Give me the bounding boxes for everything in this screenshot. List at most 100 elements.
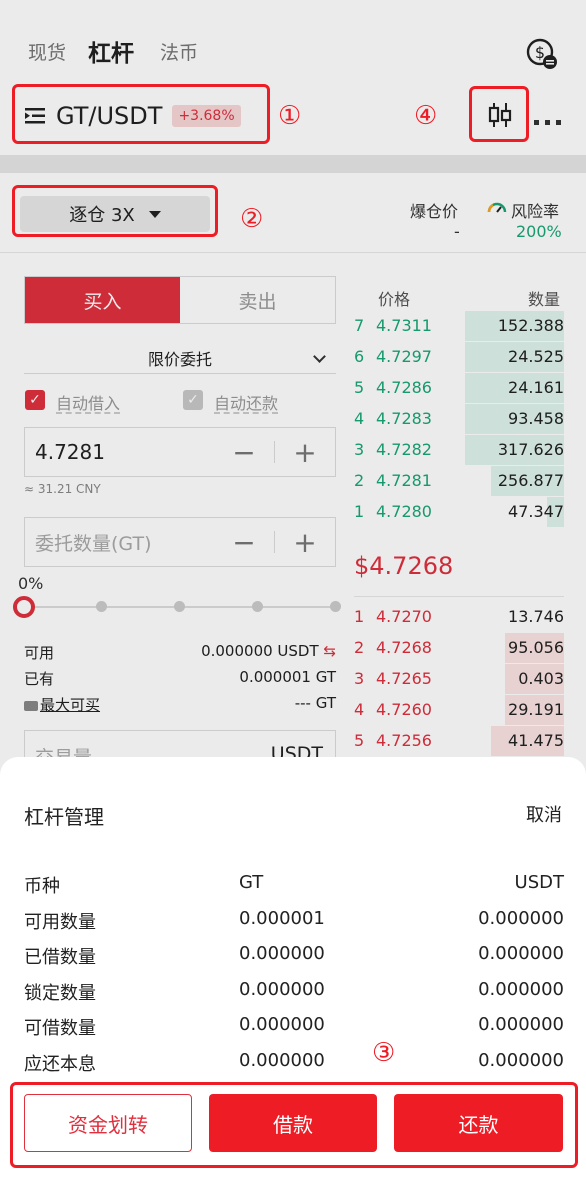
ask-row[interactable]: 2 4.7281 256.877 [354, 466, 564, 496]
orderbook-quantity: 24.161 [508, 378, 564, 397]
price-input[interactable]: 4.7281 − + [24, 427, 336, 477]
orderbook-quantity: 0.403 [518, 669, 564, 688]
orderbook-price: 4.7282 [376, 440, 432, 459]
quantity-minus-button[interactable]: − [214, 526, 274, 559]
slider-percent: 0% [18, 574, 44, 593]
sheet-cell: 0.000000 [478, 907, 564, 929]
quantity-placeholder: 委托数量(GT) [35, 532, 152, 555]
slider-knob[interactable] [13, 596, 35, 618]
orderbook-level: 7 [354, 316, 365, 335]
orderbook-price: 4.7268 [376, 638, 432, 657]
bid-row[interactable]: 4 4.7260 29.191 [354, 695, 564, 725]
orderbook-quantity: 41.475 [508, 731, 564, 750]
change-badge: +3.68% [172, 105, 241, 127]
orderbook-quantity: 24.525 [508, 347, 564, 366]
menu-icon [24, 105, 46, 127]
repay-button[interactable]: 还款 [394, 1094, 563, 1152]
transfer-button[interactable]: 资金划转 [24, 1094, 192, 1152]
orderbook-level: 4 [354, 409, 365, 428]
tab-spot[interactable]: 现货 [28, 38, 66, 65]
available-row: 可用 0.000000 USDT ⇆ [24, 642, 336, 663]
orderbook-level: 5 [354, 731, 365, 750]
sheet-cell: 0.000000 [478, 1049, 564, 1071]
held-row: 已有 0.000001 GT [24, 668, 336, 689]
sheet-cell: 锁定数量 [24, 982, 96, 1004]
buy-tab[interactable]: 买入 [25, 277, 180, 323]
ask-row[interactable]: 3 4.7282 317.626 [354, 435, 564, 465]
slider-step-25[interactable] [96, 601, 107, 612]
borrow-button[interactable]: 借款 [209, 1094, 377, 1152]
divider [0, 252, 586, 253]
sheet-cell: 应还本息 [24, 1053, 96, 1075]
quantity-input[interactable]: 委托数量(GT) − + [24, 517, 336, 567]
ask-row[interactable]: 6 4.7297 24.525 [354, 342, 564, 372]
auto-borrow-checkbox[interactable]: ✓ [25, 390, 45, 410]
sheet-cell: 0.000000 [239, 1014, 325, 1035]
sheet-table-row: 币种 GT USDT [24, 872, 564, 902]
leverage-selector[interactable]: 逐仓 3X [20, 196, 210, 232]
ask-row[interactable]: 7 4.7311 152.388 [354, 311, 564, 341]
orderbook-level: 1 [354, 502, 365, 521]
available-label: 可用 [24, 644, 55, 662]
last-price: $4.7268 [354, 552, 454, 580]
orderbook-price: 4.7265 [376, 669, 432, 688]
sheet-cell: 0.000000 [239, 1049, 325, 1071]
price-minus-button[interactable]: − [214, 436, 274, 469]
bid-row[interactable]: 5 4.7256 41.475 [354, 726, 564, 756]
card-icon [24, 700, 38, 711]
orderbook-price: 4.7283 [376, 409, 432, 428]
quantity-plus-button[interactable]: + [275, 526, 335, 559]
sheet-cell: USDT [514, 872, 564, 893]
ask-row[interactable]: 5 4.7286 24.161 [354, 373, 564, 403]
annotation-2: ② [240, 204, 264, 234]
sheet-cell: 币种 [24, 876, 60, 897]
bid-row[interactable]: 1 4.7270 13.746 [354, 602, 564, 632]
auto-borrow-label: 自动借入 [56, 394, 121, 413]
sheet-cell: 可借数量 [24, 1018, 96, 1039]
held-label: 已有 [24, 670, 55, 688]
orderbook-level: 4 [354, 700, 365, 719]
orderbook-price: 4.7256 [376, 731, 432, 750]
orderbook-qty-header: 数量 [528, 290, 561, 309]
bid-row[interactable]: 3 4.7265 0.403 [354, 664, 564, 694]
slider-step-50[interactable] [174, 601, 185, 612]
cancel-button[interactable]: 取消 [526, 801, 562, 827]
tab-margin[interactable]: 杠杆 [88, 34, 134, 68]
orderbook-price-header: 价格 [378, 290, 411, 309]
sheet-cell: 0.000000 [239, 943, 325, 964]
orderbook-level: 2 [354, 638, 365, 657]
auto-repay-checkbox[interactable]: ✓ [183, 390, 203, 410]
coin-swap-icon[interactable]: $ [526, 38, 558, 70]
transfer-swap-icon[interactable]: ⇆ [323, 642, 336, 660]
sheet-cell: 0.000000 [478, 1014, 564, 1035]
slider-step-75[interactable] [252, 601, 263, 612]
orderbook-price: 4.7280 [376, 502, 432, 521]
ask-row[interactable]: 1 4.7280 47.347 [354, 497, 564, 527]
buy-sell-toggle: 买入 卖出 [24, 276, 336, 324]
sheet-table-row: 锁定数量 0.000000 0.000000 [24, 979, 564, 1009]
orderbook-quantity: 317.626 [497, 440, 564, 459]
price-cny: ≈ 31.21 CNY [24, 482, 101, 496]
sheet-table-row: 可借数量 0.000000 0.000000 [24, 1014, 564, 1044]
orderbook-level: 3 [354, 669, 365, 688]
sheet-table-row: 已借数量 0.000000 0.000000 [24, 943, 564, 973]
candlestick-icon[interactable] [485, 100, 515, 130]
price-plus-button[interactable]: + [275, 436, 335, 469]
sheet-table-row: 可用数量 0.000001 0.000000 [24, 908, 564, 938]
sell-tab[interactable]: 卖出 [180, 277, 335, 323]
ask-row[interactable]: 4 4.7283 93.458 [354, 404, 564, 434]
sheet-cell: 0.000000 [478, 978, 564, 1000]
annotation-1: ① [278, 101, 302, 131]
sheet-cell: 0.000000 [478, 943, 564, 964]
svg-text:$: $ [535, 43, 545, 62]
more-icon[interactable] [533, 112, 563, 125]
order-type-select[interactable]: 限价委托 [24, 342, 336, 374]
slider-step-100[interactable] [330, 601, 341, 612]
tab-fiat[interactable]: 法币 [160, 38, 198, 65]
pair-selector[interactable]: GT/USDT +3.68% [24, 98, 241, 134]
available-value-wrap: 0.000000 USDT ⇆ [201, 642, 336, 663]
order-type-label: 限价委托 [147, 349, 212, 369]
sheet-title: 杠杆管理 [24, 805, 104, 829]
max-buy-wrap[interactable]: 最大可买 [24, 694, 100, 715]
bid-row[interactable]: 2 4.7268 95.056 [354, 633, 564, 663]
